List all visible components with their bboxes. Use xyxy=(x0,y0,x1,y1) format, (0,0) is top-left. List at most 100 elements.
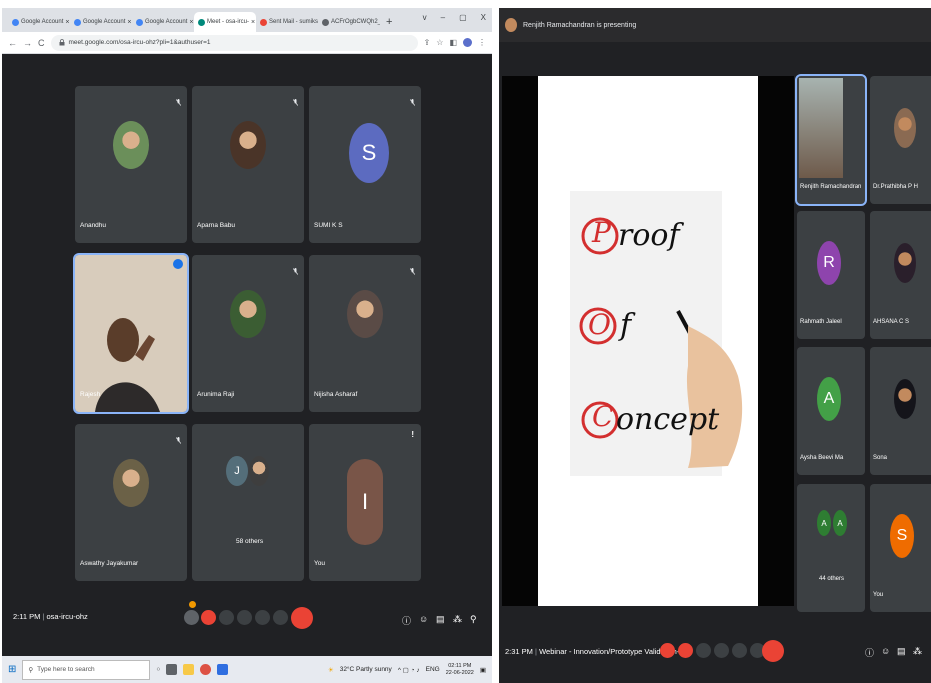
presentation-stage[interactable]: P roof O f C oncept xyxy=(502,76,794,606)
meeting-time-right: 2:31 PM xyxy=(505,647,533,656)
chat-icon[interactable]: ▤ xyxy=(436,614,445,625)
notification-icon[interactable]: ▣ xyxy=(480,666,486,674)
participant-photo xyxy=(347,290,383,338)
clock-time: 02:11 PM xyxy=(448,662,472,669)
task-view-icon[interactable]: ○ xyxy=(156,666,160,673)
browser-tab[interactable]: Google Account × xyxy=(132,12,194,32)
info-icon-right[interactable]: ⓘ xyxy=(865,646,874,659)
menu-icon[interactable]: ⋮ xyxy=(478,38,486,47)
people-icon[interactable]: ☺ xyxy=(419,614,428,624)
camera-off-button-right[interactable] xyxy=(678,643,693,658)
activities-icon-right[interactable]: ⁂ xyxy=(913,646,922,657)
back-icon[interactable]: ← xyxy=(8,38,17,48)
sidebar-participant-name: Rahmath Jaleel xyxy=(800,319,842,325)
tab-search-icon[interactable]: v xyxy=(423,13,427,22)
language[interactable]: ENG xyxy=(426,666,440,673)
sidebar-participant-tile[interactable]: Renjith Ramachandran xyxy=(795,74,867,206)
participant-tile[interactable]: Aparna Babu xyxy=(192,86,304,243)
browser-tab[interactable]: Sent Mail - sumiks@× xyxy=(256,12,318,32)
camera-off-button[interactable] xyxy=(201,610,216,625)
widgets-icon[interactable] xyxy=(166,664,178,675)
present-button-right[interactable] xyxy=(732,643,747,658)
minimize-icon[interactable]: – xyxy=(441,13,445,22)
info-icon[interactable]: ⓘ xyxy=(402,614,411,627)
weather-text[interactable]: 32°C Partly sunny xyxy=(340,666,392,673)
sidebar-others-initial: A xyxy=(817,510,831,536)
leave-call-button-right[interactable] xyxy=(762,640,784,662)
maximize-icon[interactable]: ▢ xyxy=(459,13,467,22)
sidebar-participant-name: AHSANA C S xyxy=(873,319,910,325)
share-icon[interactable]: ⇪ xyxy=(424,38,431,47)
participant-name: SUMI K S xyxy=(314,222,343,229)
sidebar-participant-photo xyxy=(894,108,916,148)
windows-start-icon[interactable]: ⊞ xyxy=(8,664,16,675)
split-icon[interactable]: ◧ xyxy=(449,38,457,47)
presenting-text: Renjith Ramachandran is presenting xyxy=(523,21,637,29)
meeting-info: 2:11 PM | osa-ircu-ohz xyxy=(13,612,88,621)
sidebar-participant-tile[interactable]: S You xyxy=(870,484,931,612)
participant-photo xyxy=(113,121,149,169)
sidebar-participant-photo xyxy=(894,379,916,419)
sidebar-participant-name: Dr.Prathibha P H xyxy=(873,184,918,190)
raise-hand-button-right[interactable] xyxy=(714,643,729,658)
tab-close-icon[interactable]: × xyxy=(65,19,69,26)
tab-close-icon[interactable]: × xyxy=(251,19,255,26)
browser-tab[interactable]: Meet - osa-ircu- × xyxy=(194,12,256,32)
people-icon-right[interactable]: ☺ xyxy=(881,646,890,656)
participant-tile[interactable]: I! You xyxy=(309,424,421,581)
leave-call-button[interactable] xyxy=(291,607,313,629)
present-button[interactable] xyxy=(255,610,270,625)
sidebar-participant-tile[interactable]: A Aysha Beevi Ma xyxy=(797,347,865,475)
close-icon[interactable]: X xyxy=(481,13,486,22)
file-explorer-icon[interactable] xyxy=(183,664,195,675)
new-tab-icon[interactable]: + xyxy=(380,16,398,32)
sidebar-participant-tile[interactable]: Sona xyxy=(870,347,931,475)
sidebar-participant-tile[interactable]: R Rahmath Jaleel xyxy=(797,211,865,339)
captions-button-right[interactable] xyxy=(696,643,711,658)
forward-icon[interactable]: → xyxy=(23,38,32,48)
slide-word-roof: roof xyxy=(618,218,680,253)
participant-tile[interactable]: S SUMI K S xyxy=(309,86,421,243)
tray-icons[interactable]: ^ ▢ ◔ ♪ xyxy=(398,666,420,674)
participant-name: You xyxy=(314,560,325,567)
url-text: meet.google.com/osa-ircu-ohz?pli=1&authu… xyxy=(68,39,211,46)
browser-tab[interactable]: ACFrOgbCWQh2_nR× xyxy=(318,12,380,32)
tab-close-icon[interactable]: × xyxy=(189,19,193,26)
browser-tab[interactable]: Google Account × xyxy=(8,12,70,32)
activities-icon[interactable]: ⁂ xyxy=(453,614,462,625)
tab-favicon-icon xyxy=(322,18,329,26)
mic-button[interactable] xyxy=(184,610,199,625)
clock[interactable]: 02:11 PM 22-06-2022 xyxy=(446,663,474,677)
tab-title: Google Account xyxy=(21,19,64,25)
tab-close-icon[interactable]: × xyxy=(127,19,131,26)
sidebar-participant-initial: S xyxy=(890,514,914,558)
participant-tile[interactable]: Nijisha Asharaf xyxy=(309,255,421,412)
captions-button[interactable] xyxy=(219,610,234,625)
sidebar-participant-tile[interactable]: AHSANA C S xyxy=(870,211,931,339)
chat-icon-right[interactable]: ▤ xyxy=(897,646,906,657)
mic-off-button-right[interactable] xyxy=(660,643,675,658)
left-meet-window: Google Account × Google Account × Google Acc… xyxy=(2,8,492,683)
profile-avatar[interactable] xyxy=(463,38,472,47)
raise-hand-button[interactable] xyxy=(237,610,252,625)
participant-tile[interactable]: Anandhu xyxy=(75,86,187,243)
taskbar-search[interactable]: ⚲ Type here to search xyxy=(22,659,151,680)
store-icon[interactable] xyxy=(217,664,229,675)
sidebar-participant-tile[interactable]: Dr.Prathibha P H xyxy=(870,76,931,204)
participant-tile[interactable]: Aswathy Jayakumar xyxy=(75,424,187,581)
browser-tab[interactable]: Google Account × xyxy=(70,12,132,32)
url-field[interactable]: meet.google.com/osa-ircu-ohz?pli=1&authu… xyxy=(50,34,418,51)
chrome-icon[interactable] xyxy=(200,664,212,675)
sidebar-participant-tile[interactable]: A A 44 others xyxy=(797,484,865,612)
participant-tile[interactable]: Arunima Raji xyxy=(192,255,304,412)
system-tray: ☀ 32°C Partly sunny ^ ▢ ◔ ♪ ENG 02:11 PM… xyxy=(328,663,492,677)
star-icon[interactable]: ☆ xyxy=(436,38,443,47)
participant-tile[interactable]: J 58 others xyxy=(192,424,304,581)
more-options-button[interactable] xyxy=(273,610,288,625)
participant-tile[interactable]: Rajesh xyxy=(73,253,189,414)
participant-name: 58 others xyxy=(236,538,264,545)
presentation-slide: P roof O f C oncept xyxy=(538,76,758,606)
participant-name: Nijisha Asharaf xyxy=(314,391,358,398)
reload-icon[interactable]: C xyxy=(38,38,45,48)
host-controls-icon[interactable]: ⚲ xyxy=(470,614,477,625)
